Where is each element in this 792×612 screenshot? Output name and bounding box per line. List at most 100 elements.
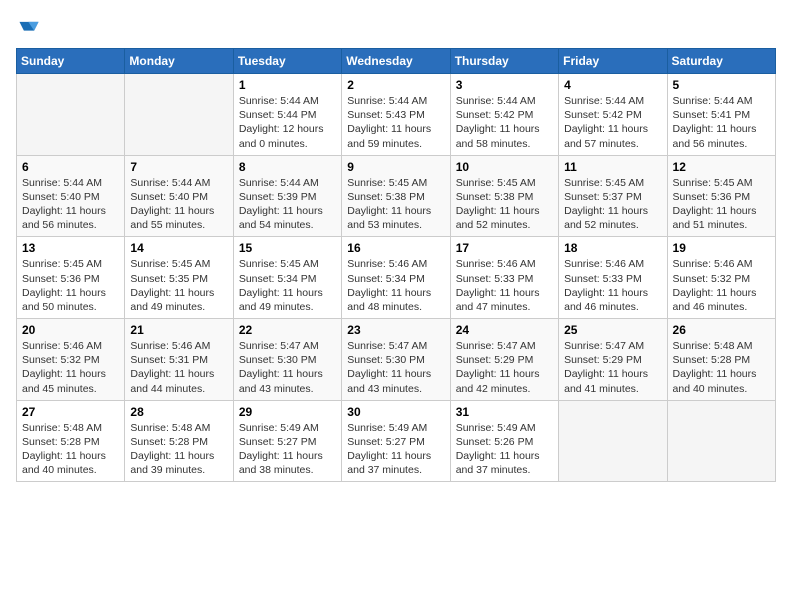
calendar-cell: 1 Sunrise: 5:44 AMSunset: 5:44 PMDaylight…: [233, 74, 341, 156]
calendar-cell: 5Sunrise: 5:44 AMSunset: 5:41 PMDaylight…: [667, 74, 775, 156]
cell-info: Sunrise: 5:44 AMSunset: 5:44 PMDaylight:…: [239, 94, 336, 151]
day-number: 30: [347, 405, 444, 419]
logo: [16, 16, 40, 38]
day-number: 23: [347, 323, 444, 337]
calendar-cell: 29 Sunrise: 5:49 AMSunset: 5:27 PMDayligh…: [233, 400, 341, 482]
cell-info: Sunrise: 5:44 AMSunset: 5:40 PMDaylight:…: [130, 176, 227, 233]
day-number: 21: [130, 323, 227, 337]
day-number: 24: [456, 323, 553, 337]
cell-info: Sunrise: 5:46 AMSunset: 5:33 PMDaylight:…: [456, 257, 553, 314]
day-number: 31: [456, 405, 553, 419]
day-number: 14: [130, 241, 227, 255]
weekday-header-tuesday: Tuesday: [233, 49, 341, 74]
cell-info: Sunrise: 5:44 AMSunset: 5:42 PMDaylight:…: [564, 94, 661, 151]
calendar-cell: 28Sunrise: 5:48 AMSunset: 5:28 PMDayligh…: [125, 400, 233, 482]
calendar-cell: 15Sunrise: 5:45 AMSunset: 5:34 PMDayligh…: [233, 237, 341, 319]
cell-info: Sunrise: 5:48 AMSunset: 5:28 PMDaylight:…: [673, 339, 770, 396]
weekday-header-row: SundayMondayTuesdayWednesdayThursdayFrid…: [17, 49, 776, 74]
day-number: 19: [673, 241, 770, 255]
calendar-cell: 20 Sunrise: 5:46 AMSunset: 5:32 PMDayligh…: [17, 319, 125, 401]
calendar-week-3: 13 Sunrise: 5:45 AMSunset: 5:36 PMDayligh…: [17, 237, 776, 319]
cell-info: Sunrise: 5:47 AMSunset: 5:30 PMDaylight:…: [347, 339, 444, 396]
weekday-header-wednesday: Wednesday: [342, 49, 450, 74]
calendar-cell: 16 Sunrise: 5:46 AMSunset: 5:34 PMDayligh…: [342, 237, 450, 319]
calendar-table: SundayMondayTuesdayWednesdayThursdayFrid…: [16, 48, 776, 482]
calendar-cell: 30 Sunrise: 5:49 AMSunset: 5:27 PMDayligh…: [342, 400, 450, 482]
calendar-cell: 21Sunrise: 5:46 AMSunset: 5:31 PMDayligh…: [125, 319, 233, 401]
calendar-cell: 18 Sunrise: 5:46 AMSunset: 5:33 PMDayligh…: [559, 237, 667, 319]
logo-icon: [18, 16, 40, 38]
cell-info: Sunrise: 5:47 AMSunset: 5:30 PMDaylight:…: [239, 339, 336, 396]
cell-info: Sunrise: 5:45 AMSunset: 5:37 PMDaylight:…: [564, 176, 661, 233]
calendar-week-4: 20 Sunrise: 5:46 AMSunset: 5:32 PMDayligh…: [17, 319, 776, 401]
weekday-header-monday: Monday: [125, 49, 233, 74]
day-number: 17: [456, 241, 553, 255]
day-number: 7: [130, 160, 227, 174]
cell-info: Sunrise: 5:45 AMSunset: 5:35 PMDaylight:…: [130, 257, 227, 314]
cell-info: Sunrise: 5:47 AMSunset: 5:29 PMDaylight:…: [456, 339, 553, 396]
cell-info: Sunrise: 5:45 AMSunset: 5:36 PMDaylight:…: [673, 176, 770, 233]
calendar-cell: 24 Sunrise: 5:47 AMSunset: 5:29 PMDayligh…: [450, 319, 558, 401]
cell-info: Sunrise: 5:49 AMSunset: 5:27 PMDaylight:…: [347, 421, 444, 478]
day-number: 10: [456, 160, 553, 174]
day-number: 16: [347, 241, 444, 255]
cell-info: Sunrise: 5:46 AMSunset: 5:34 PMDaylight:…: [347, 257, 444, 314]
cell-info: Sunrise: 5:49 AMSunset: 5:26 PMDaylight:…: [456, 421, 553, 478]
day-number: 15: [239, 241, 336, 255]
calendar-cell: 8Sunrise: 5:44 AMSunset: 5:39 PMDaylight…: [233, 155, 341, 237]
cell-info: Sunrise: 5:48 AMSunset: 5:28 PMDaylight:…: [22, 421, 119, 478]
calendar-week-2: 6 Sunrise: 5:44 AMSunset: 5:40 PMDaylight…: [17, 155, 776, 237]
page-header: [16, 16, 776, 38]
day-number: 18: [564, 241, 661, 255]
calendar-cell: 2 Sunrise: 5:44 AMSunset: 5:43 PMDaylight…: [342, 74, 450, 156]
calendar-week-5: 27 Sunrise: 5:48 AMSunset: 5:28 PMDayligh…: [17, 400, 776, 482]
day-number: 13: [22, 241, 119, 255]
calendar-week-1: 1 Sunrise: 5:44 AMSunset: 5:44 PMDaylight…: [17, 74, 776, 156]
cell-info: Sunrise: 5:45 AMSunset: 5:38 PMDaylight:…: [347, 176, 444, 233]
calendar-cell: 3Sunrise: 5:44 AMSunset: 5:42 PMDaylight…: [450, 74, 558, 156]
weekday-header-friday: Friday: [559, 49, 667, 74]
cell-info: Sunrise: 5:44 AMSunset: 5:42 PMDaylight:…: [456, 94, 553, 151]
cell-info: Sunrise: 5:44 AMSunset: 5:40 PMDaylight:…: [22, 176, 119, 233]
calendar-cell: [667, 400, 775, 482]
day-number: 4: [564, 78, 661, 92]
day-number: 2: [347, 78, 444, 92]
calendar-cell: 9 Sunrise: 5:45 AMSunset: 5:38 PMDaylight…: [342, 155, 450, 237]
calendar-cell: [125, 74, 233, 156]
cell-info: Sunrise: 5:48 AMSunset: 5:28 PMDaylight:…: [130, 421, 227, 478]
calendar-cell: 4 Sunrise: 5:44 AMSunset: 5:42 PMDaylight…: [559, 74, 667, 156]
calendar-cell: 12 Sunrise: 5:45 AMSunset: 5:36 PMDayligh…: [667, 155, 775, 237]
day-number: 6: [22, 160, 119, 174]
calendar-cell: 13 Sunrise: 5:45 AMSunset: 5:36 PMDayligh…: [17, 237, 125, 319]
calendar-cell: 31 Sunrise: 5:49 AMSunset: 5:26 PMDayligh…: [450, 400, 558, 482]
day-number: 26: [673, 323, 770, 337]
day-number: 27: [22, 405, 119, 419]
calendar-cell: 7 Sunrise: 5:44 AMSunset: 5:40 PMDaylight…: [125, 155, 233, 237]
calendar-cell: 23 Sunrise: 5:47 AMSunset: 5:30 PMDayligh…: [342, 319, 450, 401]
cell-info: Sunrise: 5:47 AMSunset: 5:29 PMDaylight:…: [564, 339, 661, 396]
day-number: 25: [564, 323, 661, 337]
cell-info: Sunrise: 5:46 AMSunset: 5:32 PMDaylight:…: [673, 257, 770, 314]
calendar-cell: 6 Sunrise: 5:44 AMSunset: 5:40 PMDaylight…: [17, 155, 125, 237]
day-number: 12: [673, 160, 770, 174]
day-number: 5: [673, 78, 770, 92]
calendar-cell: 27 Sunrise: 5:48 AMSunset: 5:28 PMDayligh…: [17, 400, 125, 482]
calendar-cell: 11Sunrise: 5:45 AMSunset: 5:37 PMDayligh…: [559, 155, 667, 237]
calendar-cell: 26 Sunrise: 5:48 AMSunset: 5:28 PMDayligh…: [667, 319, 775, 401]
cell-info: Sunrise: 5:46 AMSunset: 5:32 PMDaylight:…: [22, 339, 119, 396]
day-number: 20: [22, 323, 119, 337]
day-number: 8: [239, 160, 336, 174]
cell-info: Sunrise: 5:49 AMSunset: 5:27 PMDaylight:…: [239, 421, 336, 478]
day-number: 9: [347, 160, 444, 174]
day-number: 1: [239, 78, 336, 92]
calendar-cell: 22 Sunrise: 5:47 AMSunset: 5:30 PMDayligh…: [233, 319, 341, 401]
day-number: 29: [239, 405, 336, 419]
day-number: 22: [239, 323, 336, 337]
weekday-header-saturday: Saturday: [667, 49, 775, 74]
cell-info: Sunrise: 5:45 AMSunset: 5:36 PMDaylight:…: [22, 257, 119, 314]
cell-info: Sunrise: 5:46 AMSunset: 5:33 PMDaylight:…: [564, 257, 661, 314]
cell-info: Sunrise: 5:44 AMSunset: 5:43 PMDaylight:…: [347, 94, 444, 151]
calendar-cell: 10Sunrise: 5:45 AMSunset: 5:38 PMDayligh…: [450, 155, 558, 237]
calendar-cell: 17 Sunrise: 5:46 AMSunset: 5:33 PMDayligh…: [450, 237, 558, 319]
weekday-header-sunday: Sunday: [17, 49, 125, 74]
